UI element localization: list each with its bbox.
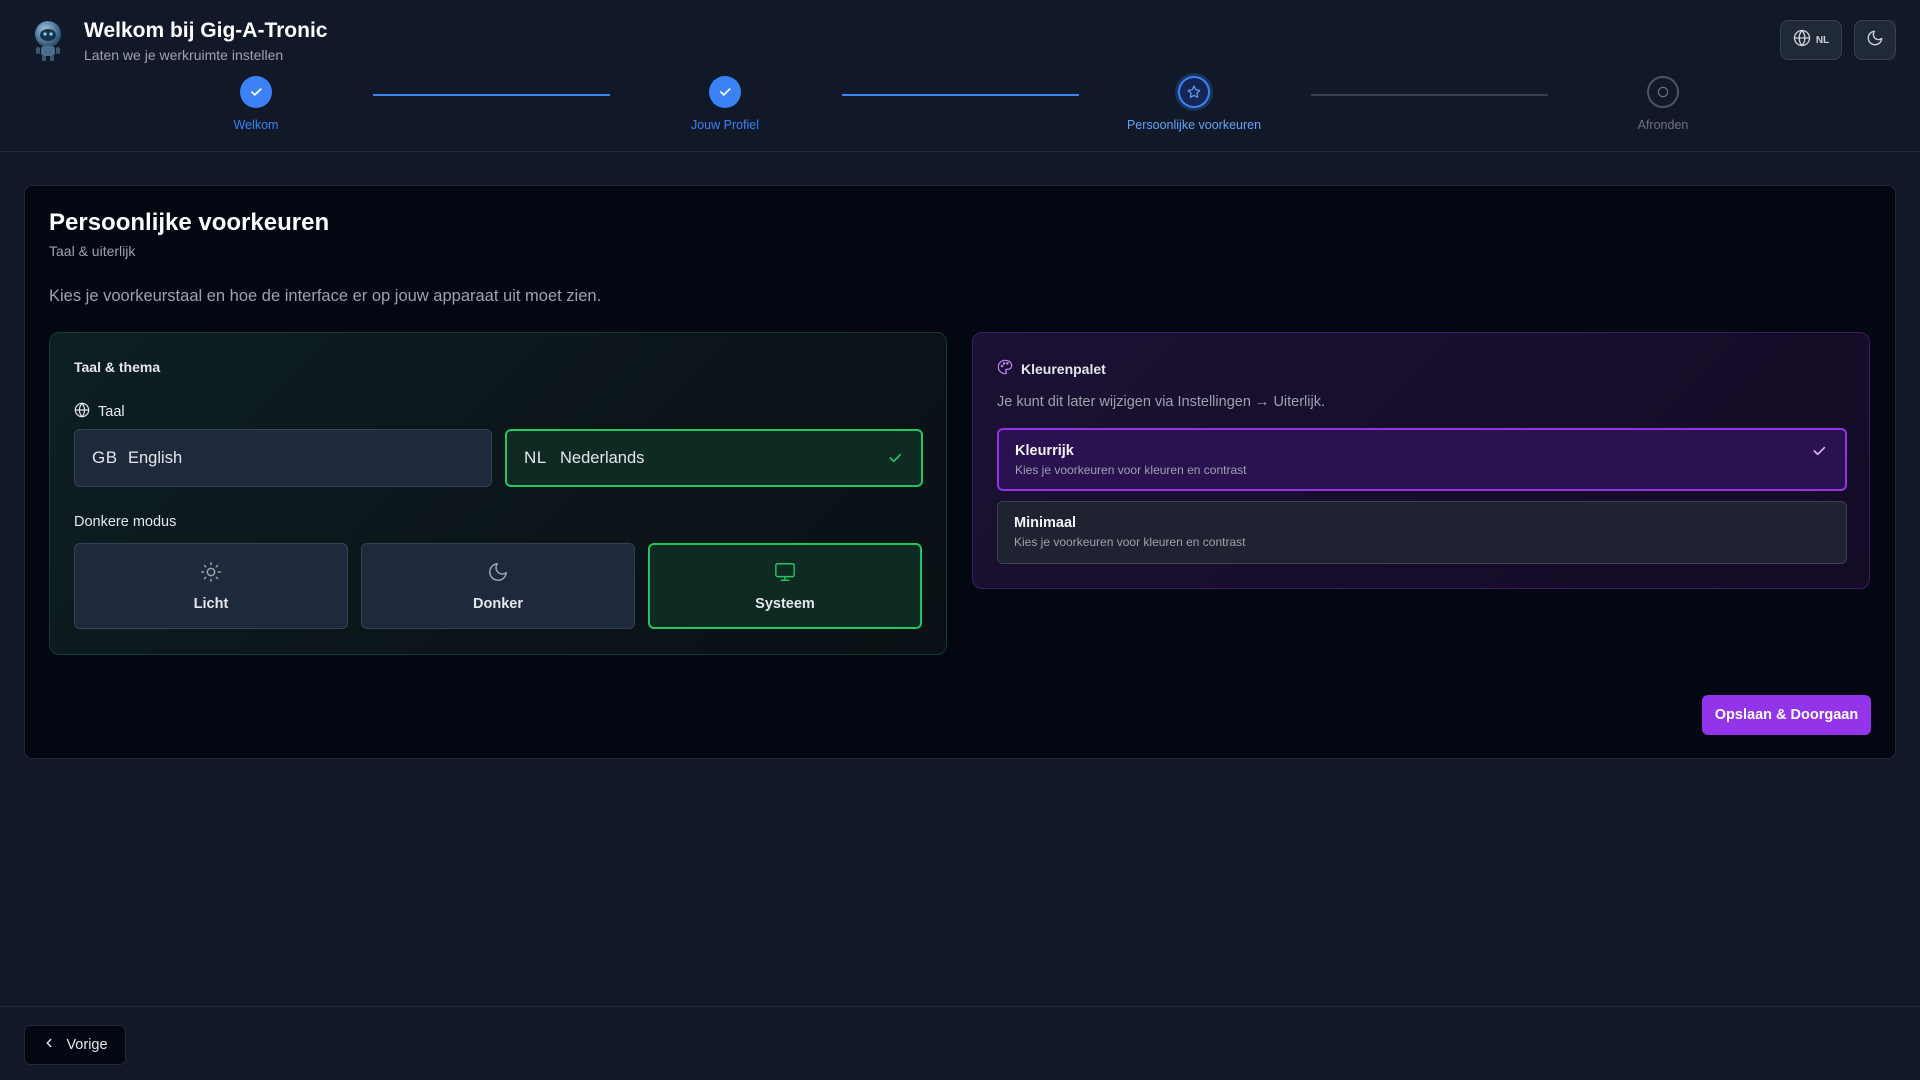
palette-option-kleurrijk[interactable]: Kleurrijk Kies je voorkeuren voor kleure… [997,428,1847,491]
step-indicator [1178,76,1210,108]
chevron-left-icon [42,1036,56,1054]
mode-option-donker[interactable]: Donker [361,543,635,629]
preferences-card: Persoonlijke voorkeuren Taal & uiterlijk… [24,185,1896,759]
palette-header: Kleurenpalet [997,359,1106,378]
check-icon [251,88,262,96]
language-name: Nederlands [560,448,645,467]
palette-option-name: Minimaal [1014,515,1077,531]
flag-nl: NL [524,448,547,467]
check-icon [887,450,903,471]
save-continue-button[interactable]: Opslaan & Doorgaan [1702,695,1871,735]
palette-option-description: Kies je voorkeuren voor kleuren en contr… [1014,535,1246,549]
step-afronden[interactable]: Afronden [1543,76,1783,132]
language-code: NL [1815,34,1830,46]
palette-option-minimaal[interactable]: Minimaal Kies je voorkeuren voor kleuren… [997,501,1847,564]
moon-icon [1866,29,1884,52]
moon-icon [487,561,509,588]
app-title: Welkom bij Gig-A-Tronic [84,19,328,42]
check-icon [720,88,731,96]
step-persoonlijke-voorkeuren[interactable]: Persoonlijke voorkeuren [1074,76,1314,132]
step-label: Afronden [1637,118,1689,132]
back-label: Vorige [66,1037,108,1053]
mode-label: Licht [193,595,229,612]
mode-label: Systeem [755,595,815,612]
step-indicator [1647,76,1679,108]
step-connector [842,94,1079,96]
language-label-text: Taal [98,404,125,420]
palette-icon [997,359,1013,378]
step-connector [1311,94,1548,96]
robot-avatar-icon [30,20,66,62]
page-subtitle: Taal & uiterlijk [49,243,136,259]
globe-icon [74,402,90,422]
language-name: English [128,448,183,467]
step-connector [373,94,610,96]
step-indicator [709,76,741,108]
page-title: Persoonlijke voorkeuren [49,209,330,236]
page-description: Kies je voorkeurstaal en hoe de interfac… [49,287,602,305]
step-label: Jouw Profiel [690,118,760,132]
back-button[interactable]: Vorige [24,1025,126,1065]
language-option-nederlands[interactable]: NL Nederlands [505,429,923,487]
check-icon [1811,443,1827,464]
palette-title: Kleurenpalet [1021,360,1106,377]
palette-option-description: Kies je voorkeuren voor kleuren en contr… [1015,463,1247,477]
mode-option-systeem[interactable]: Systeem [648,543,922,629]
palette-hint: Je kunt dit later wijzigen via Instellin… [997,394,1325,410]
sun-icon [200,561,222,588]
dark-mode-label: Donkere modus [74,514,177,530]
step-welkom[interactable]: Welkom [136,76,376,132]
mode-option-licht[interactable]: Licht [74,543,348,629]
language-option-english[interactable]: GB English [74,429,492,487]
step-indicator [240,76,272,108]
theme-toggle-button[interactable] [1854,20,1896,60]
globe-icon [1793,29,1811,52]
palette-option-name: Kleurrijk [1015,443,1074,459]
header: Welkom bij Gig-A-Tronic Laten we je werk… [0,0,1920,152]
footer: Vorige [0,1006,1920,1080]
flag-gb: GB [92,448,118,467]
app-subtitle: Laten we je werkruimte instellen [84,47,284,63]
language-theme-panel: Taal & thema Taal GB English NL Nederlan… [49,332,947,655]
mode-label: Donker [473,595,523,612]
brand: Welkom bij Gig-A-Tronic Laten we je werk… [30,18,327,63]
panel-title: Taal & thema [74,359,161,375]
stepper: Welkom Jouw Profiel Persoonlijke voorkeu… [0,76,1920,136]
monitor-icon [773,561,797,588]
color-palette-panel: Kleurenpalet Je kunt dit later wijzigen … [972,332,1870,589]
language-label: Taal [74,402,125,422]
language-switcher-button[interactable]: NL [1780,20,1842,60]
step-label: Persoonlijke voorkeuren [1126,118,1262,132]
star-icon [1187,85,1201,98]
step-label: Welkom [233,118,279,132]
circle-icon [1657,86,1669,98]
step-jouw-profiel[interactable]: Jouw Profiel [605,76,845,132]
